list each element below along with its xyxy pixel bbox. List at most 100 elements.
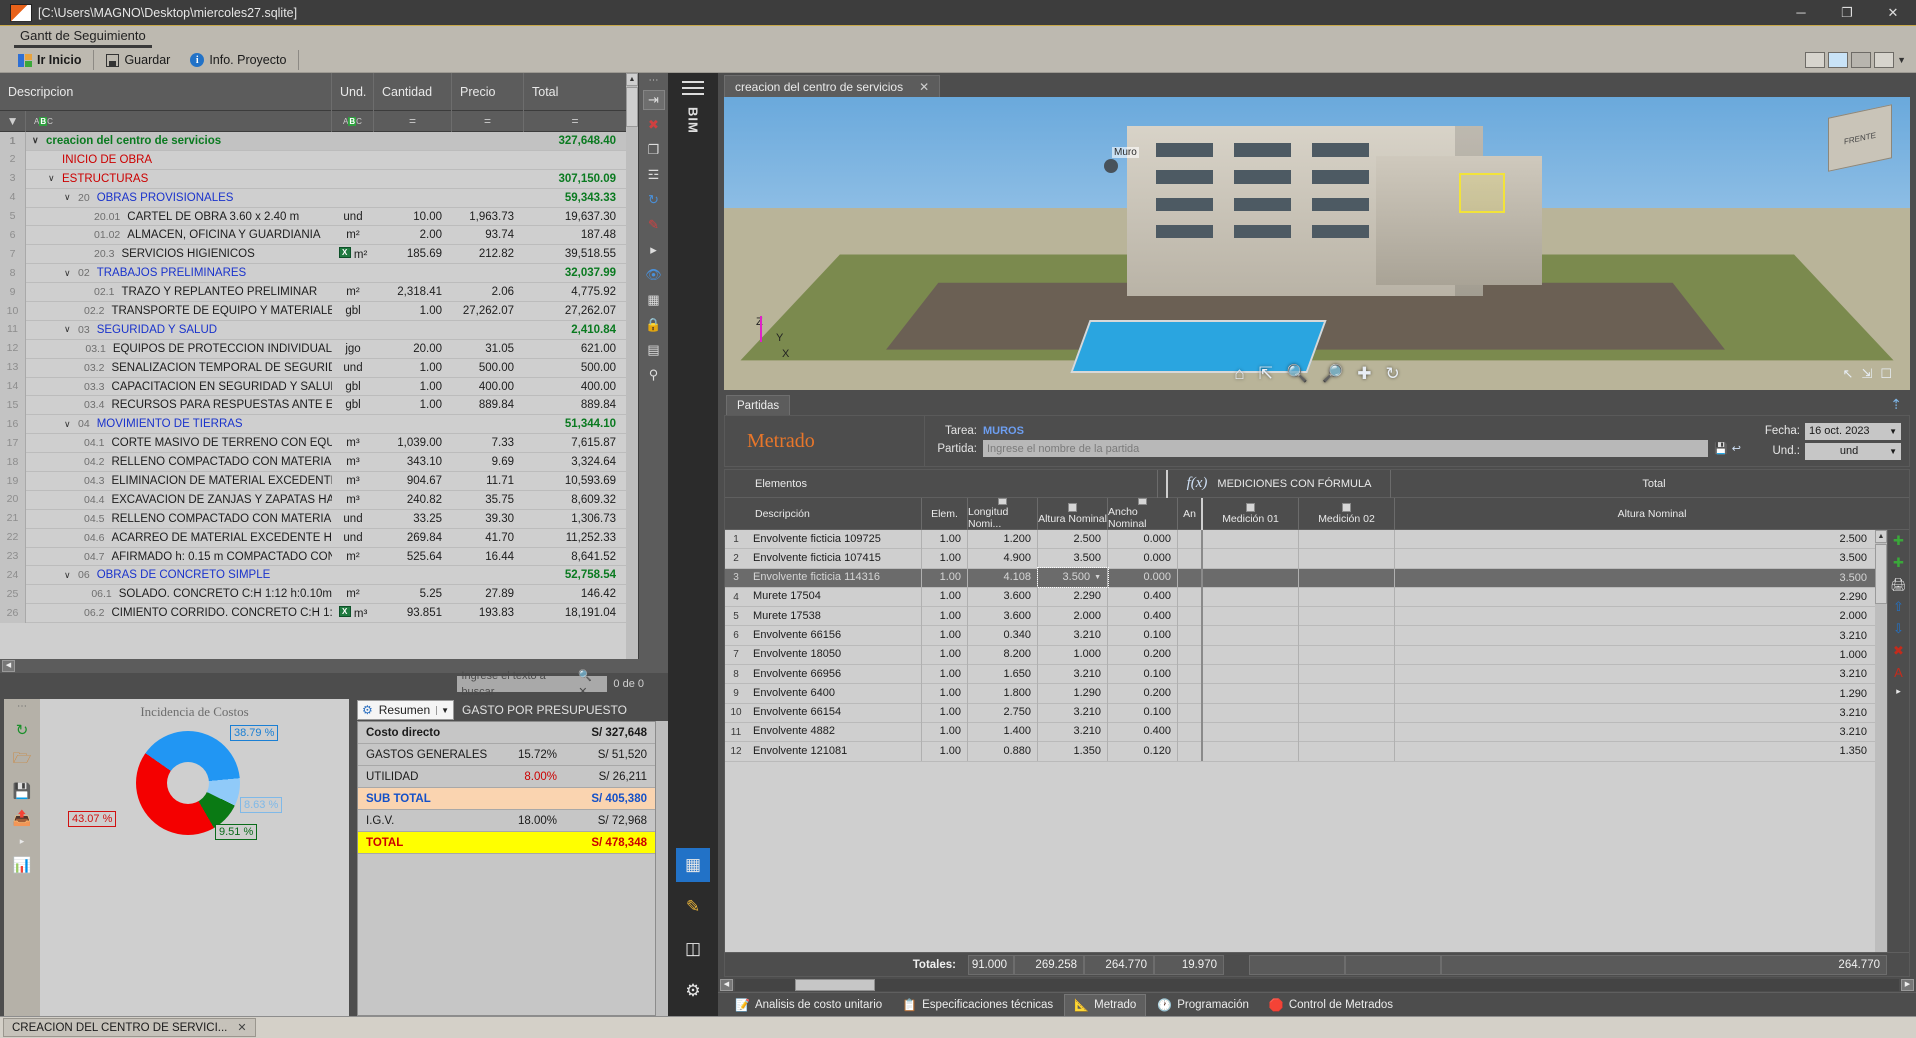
excel-icon[interactable] <box>338 606 351 618</box>
checkbox[interactable] <box>1068 503 1077 512</box>
chart-type-icon[interactable]: 📊 <box>13 856 32 874</box>
bottom-tab-especificaciones-t-cnicas[interactable]: 📋 Especificaciones técnicas <box>893 994 1062 1016</box>
cell-altura[interactable]: 3.500 <box>1038 548 1108 569</box>
cell-medicion-01[interactable] <box>1203 683 1299 704</box>
save-icon[interactable]: 💾 <box>1714 442 1728 455</box>
save-icon[interactable]: 💾 <box>13 782 32 800</box>
expand-chevron-icon[interactable]: ∨ <box>32 135 42 146</box>
cell-longitud[interactable]: 1.400 <box>968 722 1038 742</box>
column-header-longitud[interactable]: Longitud Nomi... <box>968 498 1038 530</box>
orbit-icon[interactable]: ↻ <box>1385 364 1399 384</box>
table-row[interactable]: 3 ∨ ESTRUCTURAS 307,150.09 <box>0 169 626 189</box>
cell-longitud[interactable]: 4.108 <box>968 568 1038 588</box>
scroll-thumb[interactable] <box>626 87 638 127</box>
cell-elem[interactable]: 1.00 <box>922 548 968 569</box>
summary-scrollbar[interactable] <box>656 721 668 1016</box>
cell-descripcion[interactable]: Murete 17504 <box>747 587 922 607</box>
cell-ancho[interactable]: 0.120 <box>1108 741 1178 762</box>
menu-icon[interactable] <box>682 81 704 95</box>
cell-medicion-01[interactable] <box>1203 703 1299 723</box>
table-row[interactable]: 15 03.4 RECURSOS PARA RESPUESTAS ANTE EMER… <box>0 395 626 416</box>
cell-altura-editing[interactable]: 3.500 ▼ <box>1037 567 1109 589</box>
close-button[interactable]: ✕ <box>1870 0 1916 26</box>
expand-chevron-icon[interactable]: ∨ <box>64 192 74 203</box>
cell-descripcion[interactable]: Envolvente 6400 <box>747 683 922 704</box>
viewport-tab[interactable]: creacion del centro de servicios ✕ <box>724 75 941 97</box>
cell-altura[interactable]: 3.210 <box>1038 722 1108 742</box>
chevron-down-icon[interactable]: ▼ <box>436 705 449 715</box>
cell-descripcion[interactable]: Envolvente ficticia 109725 <box>747 530 922 549</box>
cell-ancho[interactable]: 0.400 <box>1108 606 1178 626</box>
table-row[interactable]: 10 02.2 TRANSPORTE DE EQUIPO Y MATERIALES g… <box>0 301 626 321</box>
cell-elem[interactable]: 1.00 <box>922 625 968 646</box>
table-row[interactable]: 16 ∨ 04 MOVIMIENTO DE TIERRAS 51,344.10 <box>0 414 626 435</box>
settings-icon[interactable]: ⚙ <box>676 974 710 1008</box>
checkbox[interactable] <box>998 498 1007 505</box>
table-row[interactable]: 25 06.1 SOLADO. CONCRETO C:H 1:12 h:0.10m m… <box>0 584 626 605</box>
cell-ancho[interactable]: 0.100 <box>1108 664 1178 684</box>
table-row[interactable]: 7 20.3 SERVICIOS HIGIENICOS m² 185.69 212.82… <box>0 244 626 265</box>
fit-icon[interactable]: ⇱ <box>1259 364 1273 384</box>
expand-icon[interactable]: ↖ <box>1843 366 1854 382</box>
layout-view-4-button[interactable] <box>1874 52 1895 68</box>
table-row[interactable]: 2 INICIO DE OBRA <box>0 150 626 170</box>
metrado-row[interactable]: 2 Envolvente ficticia 107415 1.00 4.900 3.50… <box>725 548 1875 569</box>
open-folder-icon[interactable]: 🗁 <box>13 748 32 773</box>
layout-view-2-button[interactable] <box>1828 52 1849 68</box>
cell-medicion-02[interactable] <box>1299 625 1395 646</box>
metrado-row[interactable]: 7 Envolvente 18050 1.00 8.200 1.000 0.200 1.00… <box>725 645 1875 666</box>
cell-medicion-02[interactable] <box>1299 606 1395 626</box>
cell-ancho[interactable]: 0.400 <box>1108 587 1178 607</box>
filter-precio[interactable]: = <box>452 110 524 132</box>
table-row[interactable]: 12 03.1 EQUIPOS DE PROTECCION INDIVIDUAL jg… <box>0 339 626 359</box>
tab-gantt-seguimiento[interactable]: Gantt de Seguimiento <box>14 27 152 48</box>
table-row[interactable]: 23 04.7 AFIRMADO h: 0.15 m COMPACTADO CON … <box>0 547 626 567</box>
cell-longitud[interactable]: 0.880 <box>968 741 1038 762</box>
cell-elem[interactable]: 1.00 <box>922 530 968 549</box>
checkbox[interactable] <box>1246 503 1255 512</box>
cell-longitud[interactable]: 3.600 <box>968 587 1038 607</box>
column-header-medicion-01[interactable]: Medición 01 <box>1203 498 1299 530</box>
cell-descripcion[interactable]: Envolvente ficticia 107415 <box>747 548 922 569</box>
ir-inicio-button[interactable]: Ir Inicio <box>8 49 91 71</box>
table-row[interactable]: 6 01.02 ALMACEN, OFICINA Y GUARDIANIA m² 2.0… <box>0 225 626 246</box>
3d-viewport[interactable]: Muro Z Y X FRENTE ⌂ ⇱ 🔍 🔎 ✚ ↻ ↖ ⇲ ☐ <box>724 97 1910 390</box>
cell-altura[interactable]: 2.000 <box>1038 606 1108 626</box>
scroll-right-icon[interactable]: ▶ <box>1901 978 1914 991</box>
metrado-scrollbar[interactable]: ▲ <box>1875 530 1887 952</box>
column-header-total[interactable]: Total <box>524 73 626 111</box>
column-header-descripcion[interactable]: Descripcion <box>0 73 332 111</box>
expand-chevron-icon[interactable]: ∨ <box>48 173 58 184</box>
metrado-row[interactable]: 12 Envolvente 121081 1.00 0.880 1.350 0.120 1.… <box>725 741 1875 762</box>
drag-handle-icon[interactable]: ⋯ <box>649 75 659 86</box>
paste-icon[interactable]: ☲ <box>643 165 665 185</box>
table-row[interactable]: 13 03.2 SEÑALIZACION TEMPORAL DE SEGURIDAD… <box>0 358 626 378</box>
table-row[interactable]: 21 04.5 RELLENO COMPACTADO CON MATERIAL PR… <box>0 509 626 529</box>
checkbox[interactable] <box>1138 498 1147 505</box>
cell-medicion-01[interactable] <box>1203 568 1299 588</box>
scroll-up-icon[interactable]: ▲ <box>1875 530 1887 543</box>
resumen-dropdown[interactable]: ⚙ Resumen ▼ <box>357 700 455 720</box>
font-icon[interactable]: A <box>1894 665 1903 680</box>
cell-ancho[interactable]: 0.100 <box>1108 703 1178 723</box>
zoom-icon[interactable]: 🔎 <box>1322 364 1343 384</box>
metrado-row[interactable]: 8 Envolvente 66956 1.00 1.650 3.210 0.100 3.21… <box>725 664 1875 685</box>
column-header-ancho[interactable]: Ancho Nominal <box>1108 498 1178 530</box>
zoom-window-icon[interactable]: 🔍 <box>1287 364 1308 384</box>
cell-ancho[interactable]: 0.400 <box>1108 722 1178 742</box>
scroll-left-icon[interactable]: ◀ <box>2 660 15 672</box>
bottom-tab-control-de-metrados[interactable]: 🛑 Control de Metrados <box>1260 994 1402 1016</box>
cell-medicion-01[interactable] <box>1203 645 1299 665</box>
filter-und[interactable]: ABC <box>332 110 374 132</box>
table-row[interactable]: 19 04.3 ELIMINACION DE MATERIAL EXCEDENTE … <box>0 471 626 491</box>
cell-longitud[interactable]: 1.200 <box>968 530 1038 549</box>
view-cube[interactable]: FRENTE <box>1828 104 1892 172</box>
cell-medicion-01[interactable] <box>1203 722 1299 742</box>
cell-descripcion[interactable]: Murete 17538 <box>747 606 922 626</box>
cell-medicion-02[interactable] <box>1299 548 1395 569</box>
home-icon[interactable]: ⌂ <box>1234 364 1244 384</box>
column-header-medicion-02[interactable]: Medición 02 <box>1299 498 1395 530</box>
undo-icon[interactable]: ↩ <box>1732 442 1741 455</box>
move-down-icon[interactable]: ⇩ <box>1893 621 1904 637</box>
metrado-row[interactable]: 4 Murete 17504 1.00 3.600 2.290 0.400 2.290 <box>725 587 1875 608</box>
